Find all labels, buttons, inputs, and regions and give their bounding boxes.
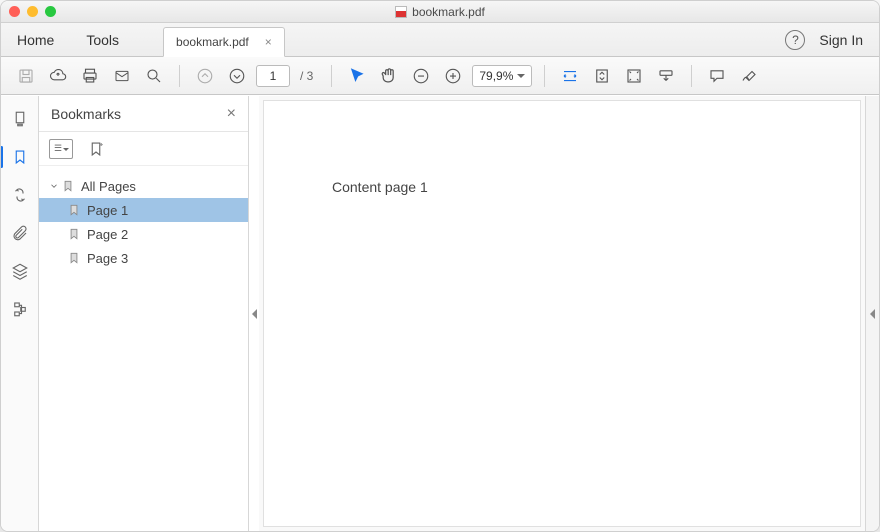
titlebar: bookmark.pdf — [1, 1, 879, 23]
page-surface: Content page 1 — [263, 100, 861, 527]
thumbnails-rail-button[interactable] — [6, 106, 34, 132]
zoom-out-button[interactable] — [408, 63, 434, 89]
fit-page-button[interactable] — [589, 63, 615, 89]
hand-tool-button[interactable] — [376, 63, 402, 89]
bookmarks-tree: All Pages Page 1 Page 2 Page 3 — [39, 166, 248, 278]
bookmark-root[interactable]: All Pages — [39, 174, 248, 198]
print-button[interactable] — [77, 63, 103, 89]
pdf-file-icon — [395, 6, 407, 18]
fullscreen-window-button[interactable] — [45, 6, 56, 17]
tab-tools[interactable]: Tools — [70, 23, 135, 56]
bookmarks-rail-button[interactable] — [6, 144, 34, 170]
close-window-button[interactable] — [9, 6, 20, 17]
window-controls — [9, 6, 56, 17]
bookmark-icon — [67, 227, 81, 241]
bookmark-item-label: Page 2 — [87, 227, 128, 242]
toolbar-separator — [179, 65, 180, 87]
bookmark-icon — [67, 251, 81, 265]
close-tab-button[interactable]: × — [265, 35, 272, 49]
window-title: bookmark.pdf — [1, 5, 879, 19]
panel-tools: ☰ — [39, 132, 248, 166]
panel-title: Bookmarks — [51, 106, 121, 122]
bookmarks-panel: Bookmarks × ☰ All Pages — [39, 96, 249, 531]
panel-header: Bookmarks × — [39, 96, 248, 132]
toolbar: / 3 79,9% — [1, 57, 879, 95]
minimize-window-button[interactable] — [27, 6, 38, 17]
fullscreen-button[interactable] — [621, 63, 647, 89]
toolbar-separator — [544, 65, 545, 87]
toolbar-separator — [691, 65, 692, 87]
help-button[interactable]: ? — [785, 30, 805, 50]
bookmark-item-label: Page 3 — [87, 251, 128, 266]
comment-button[interactable] — [704, 63, 730, 89]
zoom-value: 79,9% — [479, 69, 513, 83]
read-mode-button[interactable] — [653, 63, 679, 89]
selection-tool-button[interactable] — [344, 63, 370, 89]
top-right-actions: ? Sign In — [785, 23, 879, 56]
new-bookmark-button[interactable] — [87, 140, 105, 158]
search-button[interactable] — [141, 63, 167, 89]
bookmark-icon — [61, 179, 75, 193]
panel-options-button[interactable]: ☰ — [49, 139, 73, 159]
layers-rail-button[interactable] — [6, 258, 34, 284]
nav-rail — [1, 96, 39, 531]
zoom-select[interactable]: 79,9% — [472, 65, 532, 87]
bookmark-item[interactable]: Page 3 — [39, 246, 248, 270]
window-title-text: bookmark.pdf — [412, 5, 485, 19]
top-tabs-row: Home Tools bookmark.pdf × ? Sign In — [1, 23, 879, 57]
zoom-in-button[interactable] — [440, 63, 466, 89]
email-button[interactable] — [109, 63, 135, 89]
collapse-panel-handle[interactable] — [249, 96, 259, 531]
expand-caret-icon[interactable] — [47, 181, 61, 191]
bookmark-icon — [67, 203, 81, 217]
fit-width-button[interactable] — [557, 63, 583, 89]
document-viewport[interactable]: Content page 1 — [259, 96, 879, 531]
tab-home[interactable]: Home — [1, 23, 70, 56]
close-panel-button[interactable]: × — [227, 105, 236, 123]
attachments-rail-button[interactable] — [6, 220, 34, 246]
document-tab[interactable]: bookmark.pdf × — [163, 27, 285, 57]
attachments-sync-rail-button[interactable] — [6, 182, 34, 208]
document-tab-label: bookmark.pdf — [176, 35, 249, 49]
toolbar-separator — [331, 65, 332, 87]
page-up-button — [192, 63, 218, 89]
page-down-button[interactable] — [224, 63, 250, 89]
page-total-label: / 3 — [300, 69, 313, 83]
main-area: Bookmarks × ☰ All Pages — [1, 96, 879, 531]
bookmark-root-label: All Pages — [81, 179, 136, 194]
sign-in-button[interactable]: Sign In — [819, 32, 863, 48]
sign-button[interactable] — [736, 63, 762, 89]
cloud-upload-button[interactable] — [45, 63, 71, 89]
page-number-input[interactable] — [256, 65, 290, 87]
save-button — [13, 63, 39, 89]
app-window: bookmark.pdf Home Tools bookmark.pdf × ?… — [0, 0, 880, 532]
tools-pane-handle[interactable] — [865, 96, 879, 531]
bookmark-item[interactable]: Page 1 — [39, 198, 248, 222]
bookmark-item[interactable]: Page 2 — [39, 222, 248, 246]
bookmark-item-label: Page 1 — [87, 203, 128, 218]
page-content-text: Content page 1 — [332, 179, 860, 195]
model-tree-rail-button[interactable] — [6, 296, 34, 322]
